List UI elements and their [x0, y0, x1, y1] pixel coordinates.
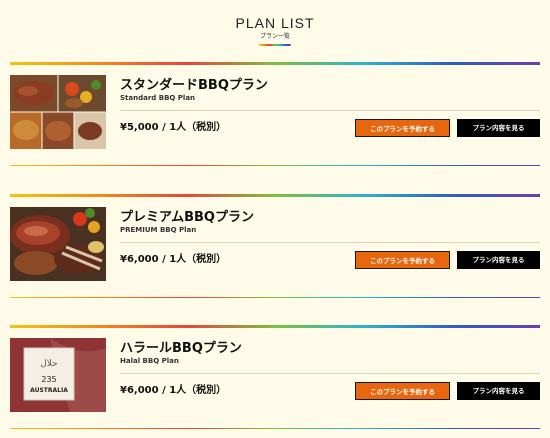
plan-top-rule — [10, 62, 540, 65]
page-header: PLAN LIST プラン一覧 — [0, 14, 550, 46]
reserve-plan-button[interactable]: このプランを予約する — [355, 119, 450, 137]
plan-subtitle: Halal BBQ Plan — [120, 357, 179, 365]
image-label-number: 235 — [41, 375, 56, 384]
plan-title: プレミアムBBQプラン — [120, 210, 254, 225]
image-label-country: AUSTRALIA — [30, 387, 68, 394]
plan-bottom-rule — [10, 297, 540, 298]
plan-card-halal: ﺣﻼﻝ 235 AUSTRALIA ハラールBBQプラン Halal BBQ P… — [10, 325, 540, 429]
page-subtitle: プラン一覧 — [259, 33, 290, 40]
view-plan-details-button[interactable]: プラン内容を見る — [457, 382, 540, 400]
plan-image-halal: ﺣﻼﻝ 235 AUSTRALIA — [10, 338, 106, 412]
view-plan-details-button[interactable]: プラン内容を見る — [457, 251, 540, 269]
plan-card-premium: プレミアムBBQプラン PREMIUM BBQ Plan ¥6,000 / 1人… — [10, 194, 540, 298]
plan-divider — [120, 373, 540, 374]
plan-bottom-rule — [10, 428, 540, 429]
reserve-plan-button[interactable]: このプランを予約する — [355, 251, 450, 269]
plan-top-rule — [10, 194, 540, 197]
plan-image-premium — [10, 207, 106, 281]
plan-price: ¥6,000 / 1人（税別） — [120, 385, 227, 396]
plan-image-standard — [10, 75, 106, 149]
page-title: PLAN LIST — [235, 15, 315, 31]
plan-subtitle: PREMIUM BBQ Plan — [120, 226, 197, 234]
plan-subtitle: Standard BBQ Plan — [120, 94, 196, 102]
plan-bottom-rule — [10, 165, 540, 166]
reserve-plan-button[interactable]: このプランを予約する — [355, 382, 450, 400]
view-plan-details-button[interactable]: プラン内容を見る — [457, 119, 540, 137]
plan-title: ハラールBBQプラン — [120, 341, 242, 356]
title-underline — [259, 44, 291, 46]
plan-top-rule — [10, 325, 540, 328]
plan-title: スタンダードBBQプラン — [120, 78, 268, 93]
plan-card-standard: スタンダードBBQプラン Standard BBQ Plan ¥5,000 / … — [10, 62, 540, 166]
plan-divider — [120, 242, 540, 243]
plan-price: ¥6,000 / 1人（税別） — [120, 254, 227, 265]
plan-price: ¥5,000 / 1人（税別） — [120, 122, 227, 133]
svg-text:ﺣﻼﻝ: ﺣﻼﻝ — [40, 359, 57, 369]
plan-divider — [120, 110, 540, 111]
